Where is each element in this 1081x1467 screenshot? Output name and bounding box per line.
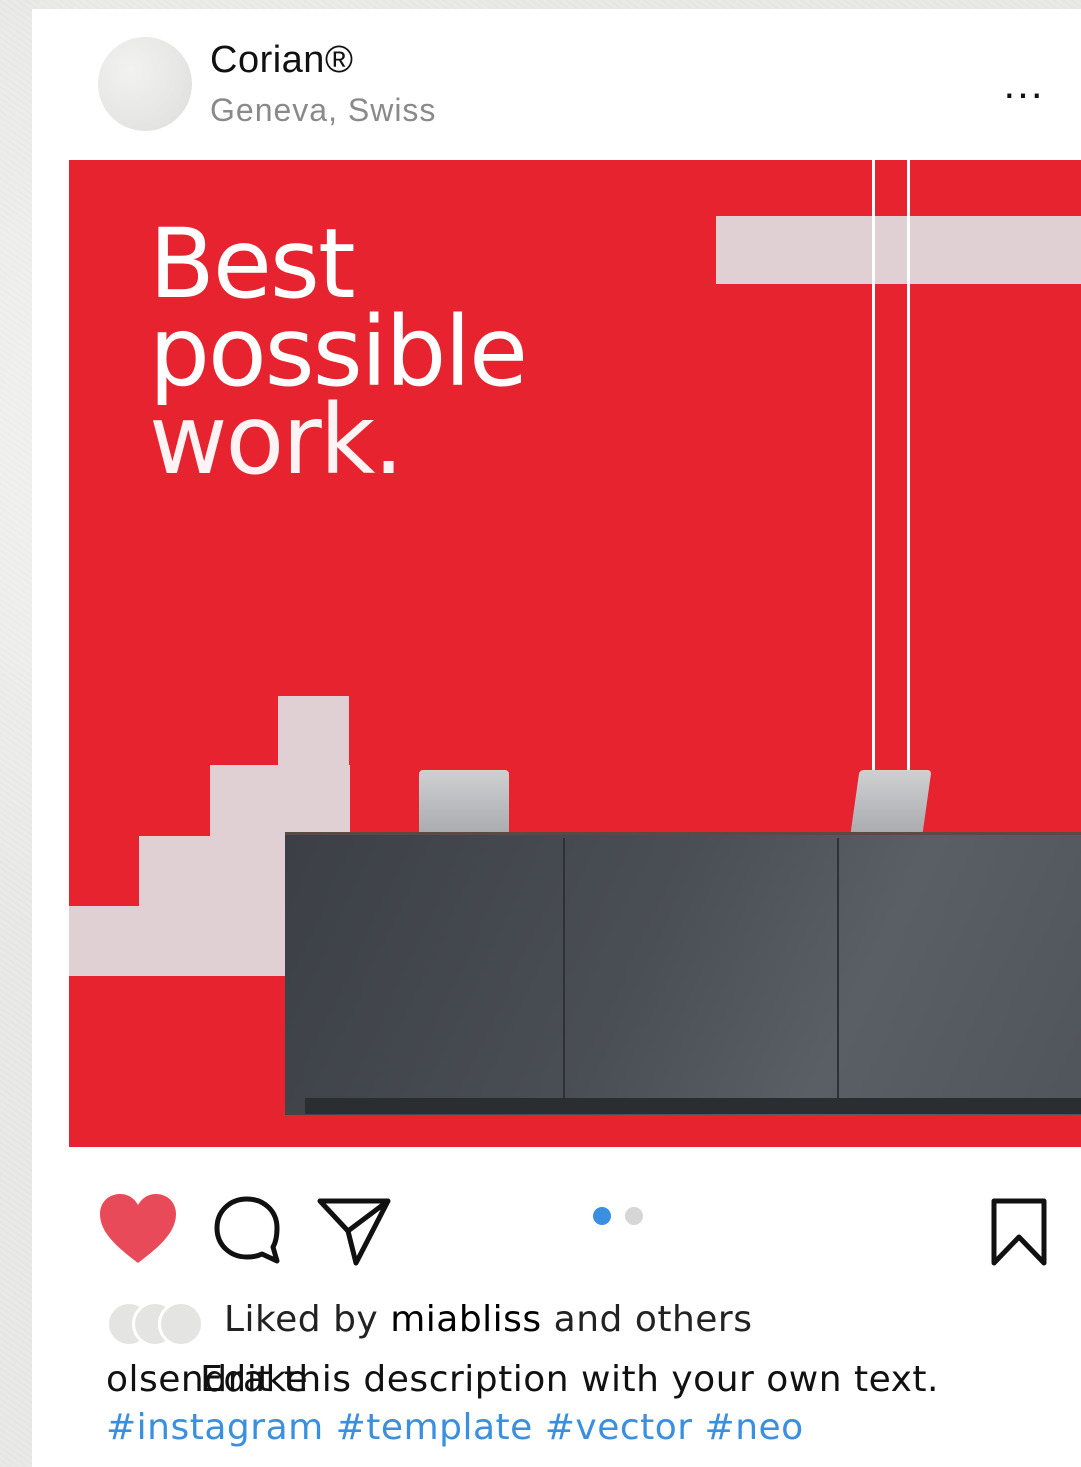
send-icon[interactable] [314, 1193, 394, 1274]
post-caption: olsendrake Edit this description with yo… [106, 1359, 1081, 1400]
comment-icon[interactable] [210, 1193, 284, 1272]
post-headline: Best possible work. [149, 208, 528, 496]
headline-line: Best [149, 208, 356, 320]
liker-username[interactable]: miabliss [390, 1299, 542, 1340]
headline-line: work. [149, 384, 404, 496]
laptop-image [850, 770, 932, 834]
laptop-image [419, 770, 509, 834]
counter-base [305, 1098, 1081, 1114]
likes-prefix: Liked by [224, 1299, 379, 1340]
decorative-step [139, 836, 285, 906]
decorative-step [69, 906, 285, 976]
likes-text: Liked by miabliss and others [224, 1299, 752, 1340]
cable-line [872, 160, 875, 780]
post-image[interactable]: Best possible work. [69, 160, 1081, 1147]
likes-suffix: and others [553, 1299, 753, 1340]
decorative-step [210, 765, 350, 836]
cable-line [907, 160, 910, 780]
counter-divider [837, 838, 839, 1100]
counter-divider [563, 838, 565, 1100]
account-name[interactable]: Corian® [210, 39, 353, 82]
more-options-button[interactable]: ... [994, 63, 1054, 105]
headline-line: possible [149, 296, 528, 408]
carousel-dot[interactable] [625, 1207, 643, 1225]
location-label[interactable]: Geneva, Swiss [210, 92, 436, 129]
decorative-step [278, 696, 349, 765]
avatar[interactable] [98, 37, 192, 131]
decorative-bar [716, 216, 1081, 284]
heart-icon[interactable] [98, 1193, 178, 1270]
liker-avatar [158, 1301, 204, 1347]
post-card: Corian® Geneva, Swiss ... Best possible … [32, 9, 1081, 1467]
caption-text: Edit this description with your own text… [200, 1359, 939, 1400]
bookmark-icon[interactable] [990, 1197, 1048, 1272]
reception-counter [285, 835, 1081, 1115]
hashtags[interactable]: #instagram #template #vector #neo [106, 1407, 804, 1448]
likes-summary[interactable]: Liked by miabliss and others [106, 1299, 1066, 1347]
action-bar [32, 1179, 1081, 1279]
carousel-dot-active[interactable] [593, 1207, 611, 1225]
